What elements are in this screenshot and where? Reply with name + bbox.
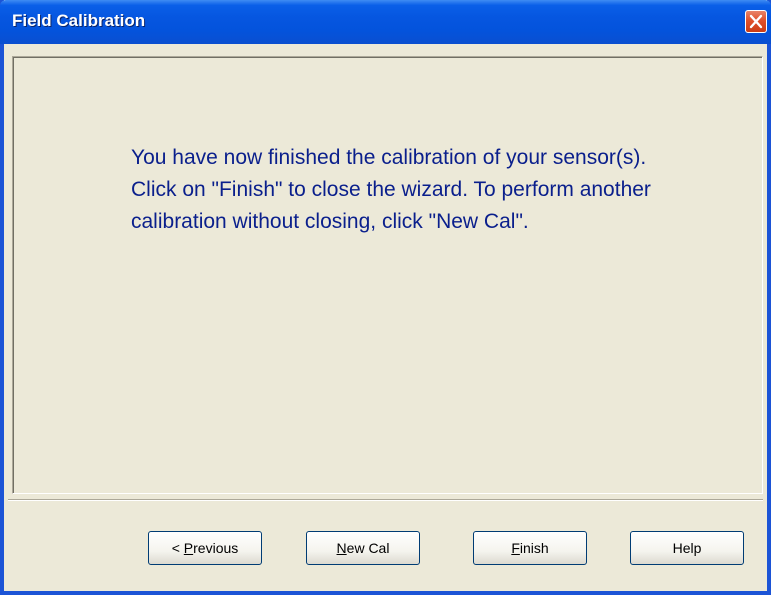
previous-button[interactable]: < Previous — [148, 531, 262, 565]
close-button[interactable] — [745, 10, 767, 33]
new-cal-button[interactable]: New Cal — [306, 531, 420, 565]
previous-mnemonic: P — [183, 540, 194, 556]
previous-label-rest: revious — [193, 540, 239, 556]
window-title: Field Calibration — [12, 11, 146, 30]
new-cal-label-rest: ew Cal — [346, 540, 390, 556]
field-calibration-window: Field Calibration You have now finished … — [0, 0, 771, 595]
previous-prefix: < — [171, 540, 184, 556]
finish-mnemonic: F — [511, 540, 520, 556]
completion-message: You have now finished the calibration of… — [131, 146, 651, 233]
button-separator — [8, 499, 763, 501]
new-cal-mnemonic: N — [336, 540, 347, 556]
close-icon — [749, 14, 763, 29]
help-button[interactable]: Help — [630, 531, 744, 565]
wizard-content-panel: You have now finished the calibration of… — [12, 56, 763, 494]
finish-label-rest: inish — [519, 540, 549, 556]
finish-button[interactable]: Finish — [473, 531, 587, 565]
title-bar[interactable]: Field Calibration — [0, 0, 771, 44]
